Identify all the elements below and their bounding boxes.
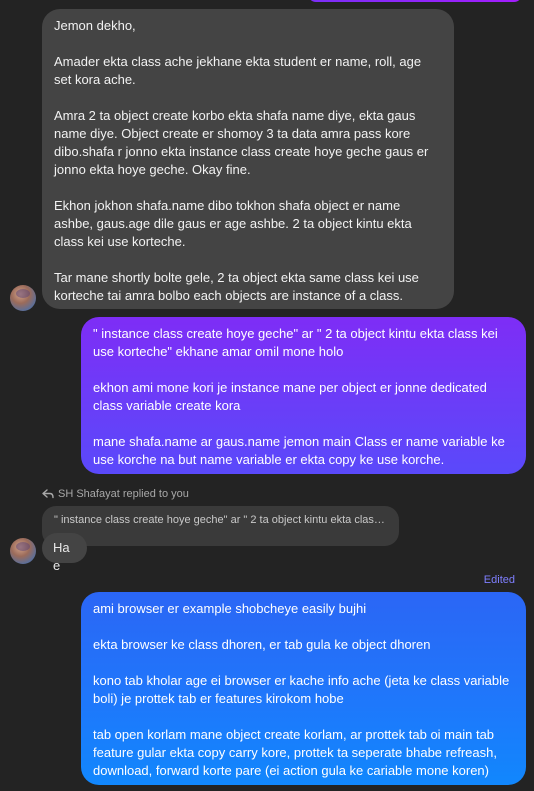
- reply-label-text: SH Shafayat replied to you: [58, 488, 189, 500]
- reply-label: SH Shafayat replied to you: [42, 488, 189, 500]
- outgoing-message-bubble-edited[interactable]: ami browser er example shobcheye easily …: [81, 592, 526, 785]
- outgoing-message-bubble[interactable]: " instance class create hoye geche" ar "…: [81, 317, 526, 474]
- edited-label: Edited: [483, 574, 515, 586]
- reply-arrow-icon: [42, 489, 54, 499]
- avatar[interactable]: [10, 538, 36, 564]
- previous-outgoing-message-bubble[interactable]: [308, 0, 522, 2]
- reply-quote[interactable]: " instance class create hoye geche" ar "…: [42, 506, 399, 546]
- incoming-message-bubble-hae[interactable]: Hae: [42, 533, 87, 573]
- incoming-message-bubble[interactable]: Jemon dekho, Amader ekta class ache jekh…: [42, 9, 454, 309]
- avatar[interactable]: [10, 285, 36, 311]
